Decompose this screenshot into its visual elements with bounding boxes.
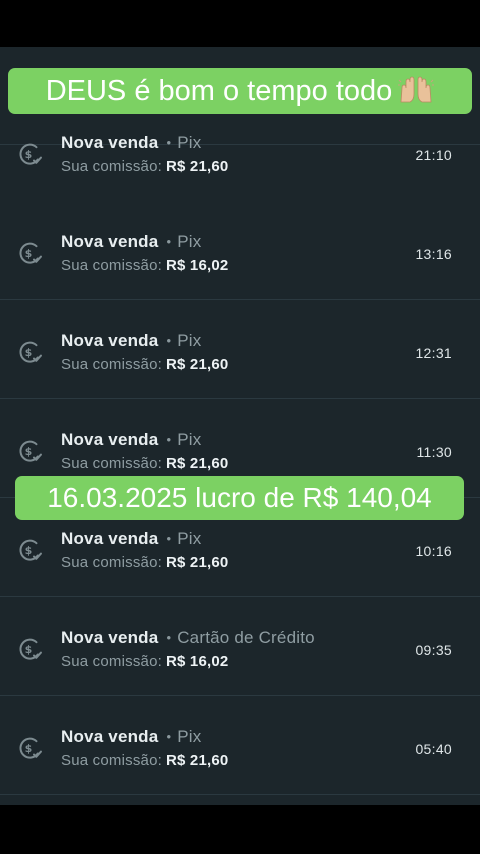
separator-dot: •	[166, 630, 172, 645]
separator-dot: •	[166, 729, 172, 744]
commission-value: R$ 21,60	[165, 554, 229, 571]
commission-value: R$ 16,02	[165, 653, 229, 670]
svg-text:$: $	[25, 346, 33, 359]
sale-title-line: Nova venda • Pix	[61, 331, 201, 351]
payment-method: Cartão de Crédito	[177, 628, 315, 647]
sale-time: 10:16	[415, 543, 452, 559]
dollar-coin-check-icon: $	[17, 438, 43, 464]
dollar-coin-check-icon: $	[17, 537, 43, 563]
commission-value: R$ 16,02	[165, 257, 229, 274]
separator-dot: •	[166, 234, 172, 249]
payment-method: Pix	[177, 430, 202, 449]
sale-title: Nova venda	[61, 331, 159, 350]
sale-title-line: Nova venda • Pix	[61, 133, 201, 153]
commission-line: Sua comissão: R$ 21,60	[61, 158, 228, 175]
dollar-coin-check-icon: $	[17, 240, 43, 266]
commission-line: Sua comissão: R$ 16,02	[61, 257, 228, 274]
sale-time: 05:40	[415, 741, 452, 757]
commission-value: R$ 21,60	[165, 356, 229, 373]
sale-title: Nova venda	[61, 628, 159, 647]
commission-line: Sua comissão: R$ 21,60	[61, 752, 228, 769]
sale-notification-item[interactable]: $ Nova venda • Pix Sua comissão: R$ 21,60 0…	[0, 697, 480, 795]
commission-label: Sua comissão:	[61, 257, 162, 274]
sale-time: 11:30	[416, 444, 452, 460]
dollar-coin-check-icon: $	[17, 636, 43, 662]
commission-label: Sua comissão:	[61, 653, 162, 670]
sale-title-line: Nova venda • Pix	[61, 529, 201, 549]
sale-title: Nova venda	[61, 727, 159, 746]
sale-time: 12:31	[415, 345, 452, 361]
commission-value: R$ 21,60	[165, 158, 229, 175]
profit-caption-banner: 16.03.2025 lucro de R$ 140,04	[15, 476, 464, 520]
sale-title-line: Nova venda • Pix	[61, 430, 201, 450]
dollar-coin-check-icon: $	[17, 339, 43, 365]
svg-text:$: $	[25, 643, 33, 656]
svg-text:$: $	[25, 148, 33, 161]
svg-text:$: $	[25, 247, 33, 260]
sale-notification-item[interactable]: $ Nova venda • Pix Sua comissão: R$ 16,02 1…	[0, 202, 480, 300]
top-caption-text: DEUS é bom o tempo todo	[45, 75, 393, 107]
sale-time: 21:10	[415, 147, 452, 163]
dollar-coin-check-icon: $	[17, 735, 43, 761]
commission-value: R$ 21,60	[165, 455, 229, 472]
commission-label: Sua comissão:	[61, 554, 162, 571]
commission-line: Sua comissão: R$ 16,02	[61, 653, 228, 670]
commission-line: Sua comissão: R$ 21,60	[61, 554, 228, 571]
separator-dot: •	[166, 333, 172, 348]
commission-line: Sua comissão: R$ 21,60	[61, 455, 228, 472]
sale-title: Nova venda	[61, 133, 159, 152]
sale-notification-item[interactable]: $ Nova venda • Cartão de Crédito Sua comis…	[0, 598, 480, 696]
sale-title: Nova venda	[61, 430, 159, 449]
svg-text:$: $	[25, 544, 33, 557]
raised-hands-emoji-icon	[398, 72, 435, 103]
svg-text:$: $	[25, 742, 33, 755]
sale-title: Nova venda	[61, 232, 159, 251]
profit-caption-text: 16.03.2025 lucro de R$ 140,04	[47, 482, 432, 513]
commission-label: Sua comissão:	[61, 158, 162, 175]
sale-time: 13:16	[415, 246, 452, 262]
sale-title-line: Nova venda • Pix	[61, 727, 201, 747]
sale-title-line: Nova venda • Pix	[61, 232, 201, 252]
separator-dot: •	[166, 135, 172, 150]
commission-label: Sua comissão:	[61, 356, 162, 373]
commission-label: Sua comissão:	[61, 455, 162, 472]
commission-value: R$ 21,60	[165, 752, 229, 769]
notification-list: $ Nova venda • Pix Sua comissão: R$ 21,60 2…	[0, 47, 480, 805]
svg-text:$: $	[25, 445, 33, 458]
sale-time: 09:35	[415, 642, 452, 658]
dollar-coin-check-icon: $	[17, 141, 43, 167]
sale-title-line: Nova venda • Cartão de Crédito	[61, 628, 315, 648]
payment-method: Pix	[177, 529, 202, 548]
commission-label: Sua comissão:	[61, 752, 162, 769]
payment-method: Pix	[177, 331, 202, 350]
payment-method: Pix	[177, 232, 202, 251]
sale-notification-item[interactable]: $ Nova venda • Pix Sua comissão: R$ 21,60 1…	[0, 301, 480, 399]
commission-line: Sua comissão: R$ 21,60	[61, 356, 228, 373]
separator-dot: •	[166, 531, 172, 546]
sale-title: Nova venda	[61, 529, 159, 548]
payment-method: Pix	[177, 133, 202, 152]
payment-method: Pix	[177, 727, 202, 746]
top-caption-banner: DEUS é bom o tempo todo	[8, 68, 472, 114]
separator-dot: •	[166, 432, 172, 447]
